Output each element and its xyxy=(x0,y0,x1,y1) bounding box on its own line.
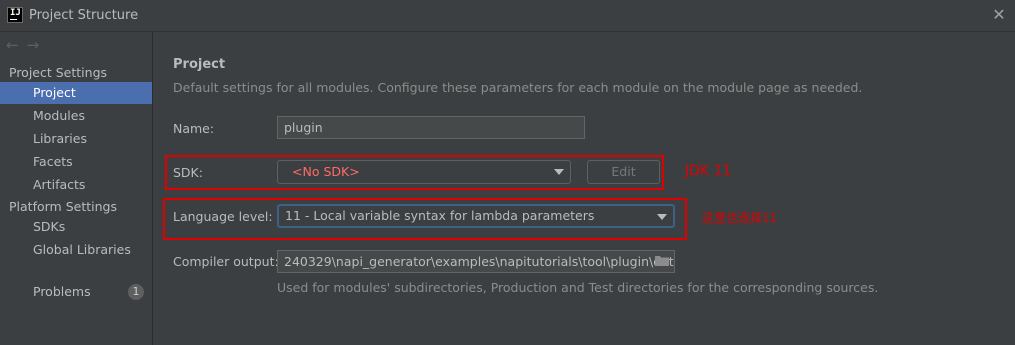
close-icon[interactable]: ✕ xyxy=(991,7,1007,23)
language-level-highlight-box xyxy=(163,198,687,240)
sidebar-item-sdks[interactable]: SDKs xyxy=(0,216,152,238)
page-title: Project xyxy=(173,57,226,72)
compiler-output-label: Compiler output: xyxy=(173,254,279,269)
sidebar-item-global-libraries[interactable]: Global Libraries xyxy=(0,239,152,261)
sidebar-item-label: Problems xyxy=(33,284,91,299)
group-label-project-settings: Project Settings xyxy=(9,65,108,80)
name-field[interactable]: plugin xyxy=(277,116,585,139)
back-arrow-icon[interactable]: ← xyxy=(6,36,19,54)
sidebar-item-label: Global Libraries xyxy=(33,242,131,257)
language-level-annotation: 这里也选择11 xyxy=(702,211,778,225)
sidebar-item-label: Facets xyxy=(33,154,73,169)
folder-icon[interactable] xyxy=(655,255,669,266)
compiler-output-value: 240329\napi_generator\examples\napitutor… xyxy=(284,254,674,269)
sidebar-item-label: Project xyxy=(33,85,76,100)
nav-arrows: ← → xyxy=(6,36,47,54)
sidebar-item-project[interactable]: Project xyxy=(0,82,152,104)
group-label-platform-settings: Platform Settings xyxy=(9,199,117,214)
window-title: Project Structure xyxy=(29,8,139,23)
forward-arrow-icon[interactable]: → xyxy=(27,36,40,54)
sidebar-item-label: Artifacts xyxy=(33,177,86,192)
sidebar-item-libraries[interactable]: Libraries xyxy=(0,128,152,150)
sidebar-item-modules[interactable]: Modules xyxy=(0,105,152,127)
sidebar: ← → Project Settings Project Modules Libr… xyxy=(0,32,153,345)
sidebar-item-label: Libraries xyxy=(33,131,87,146)
sidebar-item-artifacts[interactable]: Artifacts xyxy=(0,174,152,196)
problems-count-badge: 1 xyxy=(128,284,144,300)
sdk-highlight-box xyxy=(165,155,664,190)
sidebar-item-label: SDKs xyxy=(33,219,66,234)
compiler-output-field[interactable]: 240329\napi_generator\examples\napitutor… xyxy=(277,250,675,273)
sdk-annotation: JDK 11 xyxy=(685,163,732,179)
page-description: Default settings for all modules. Config… xyxy=(173,80,863,95)
title-bar: IJ Project Structure ✕ xyxy=(0,0,1015,32)
sidebar-item-facets[interactable]: Facets xyxy=(0,151,152,173)
sidebar-item-problems[interactable]: Problems 1 xyxy=(0,281,152,303)
name-label: Name: xyxy=(173,121,215,136)
intellij-logo-icon: IJ xyxy=(7,7,23,23)
sidebar-item-label: Modules xyxy=(33,108,85,123)
compiler-output-hint: Used for modules' subdirectories, Produc… xyxy=(277,280,879,295)
